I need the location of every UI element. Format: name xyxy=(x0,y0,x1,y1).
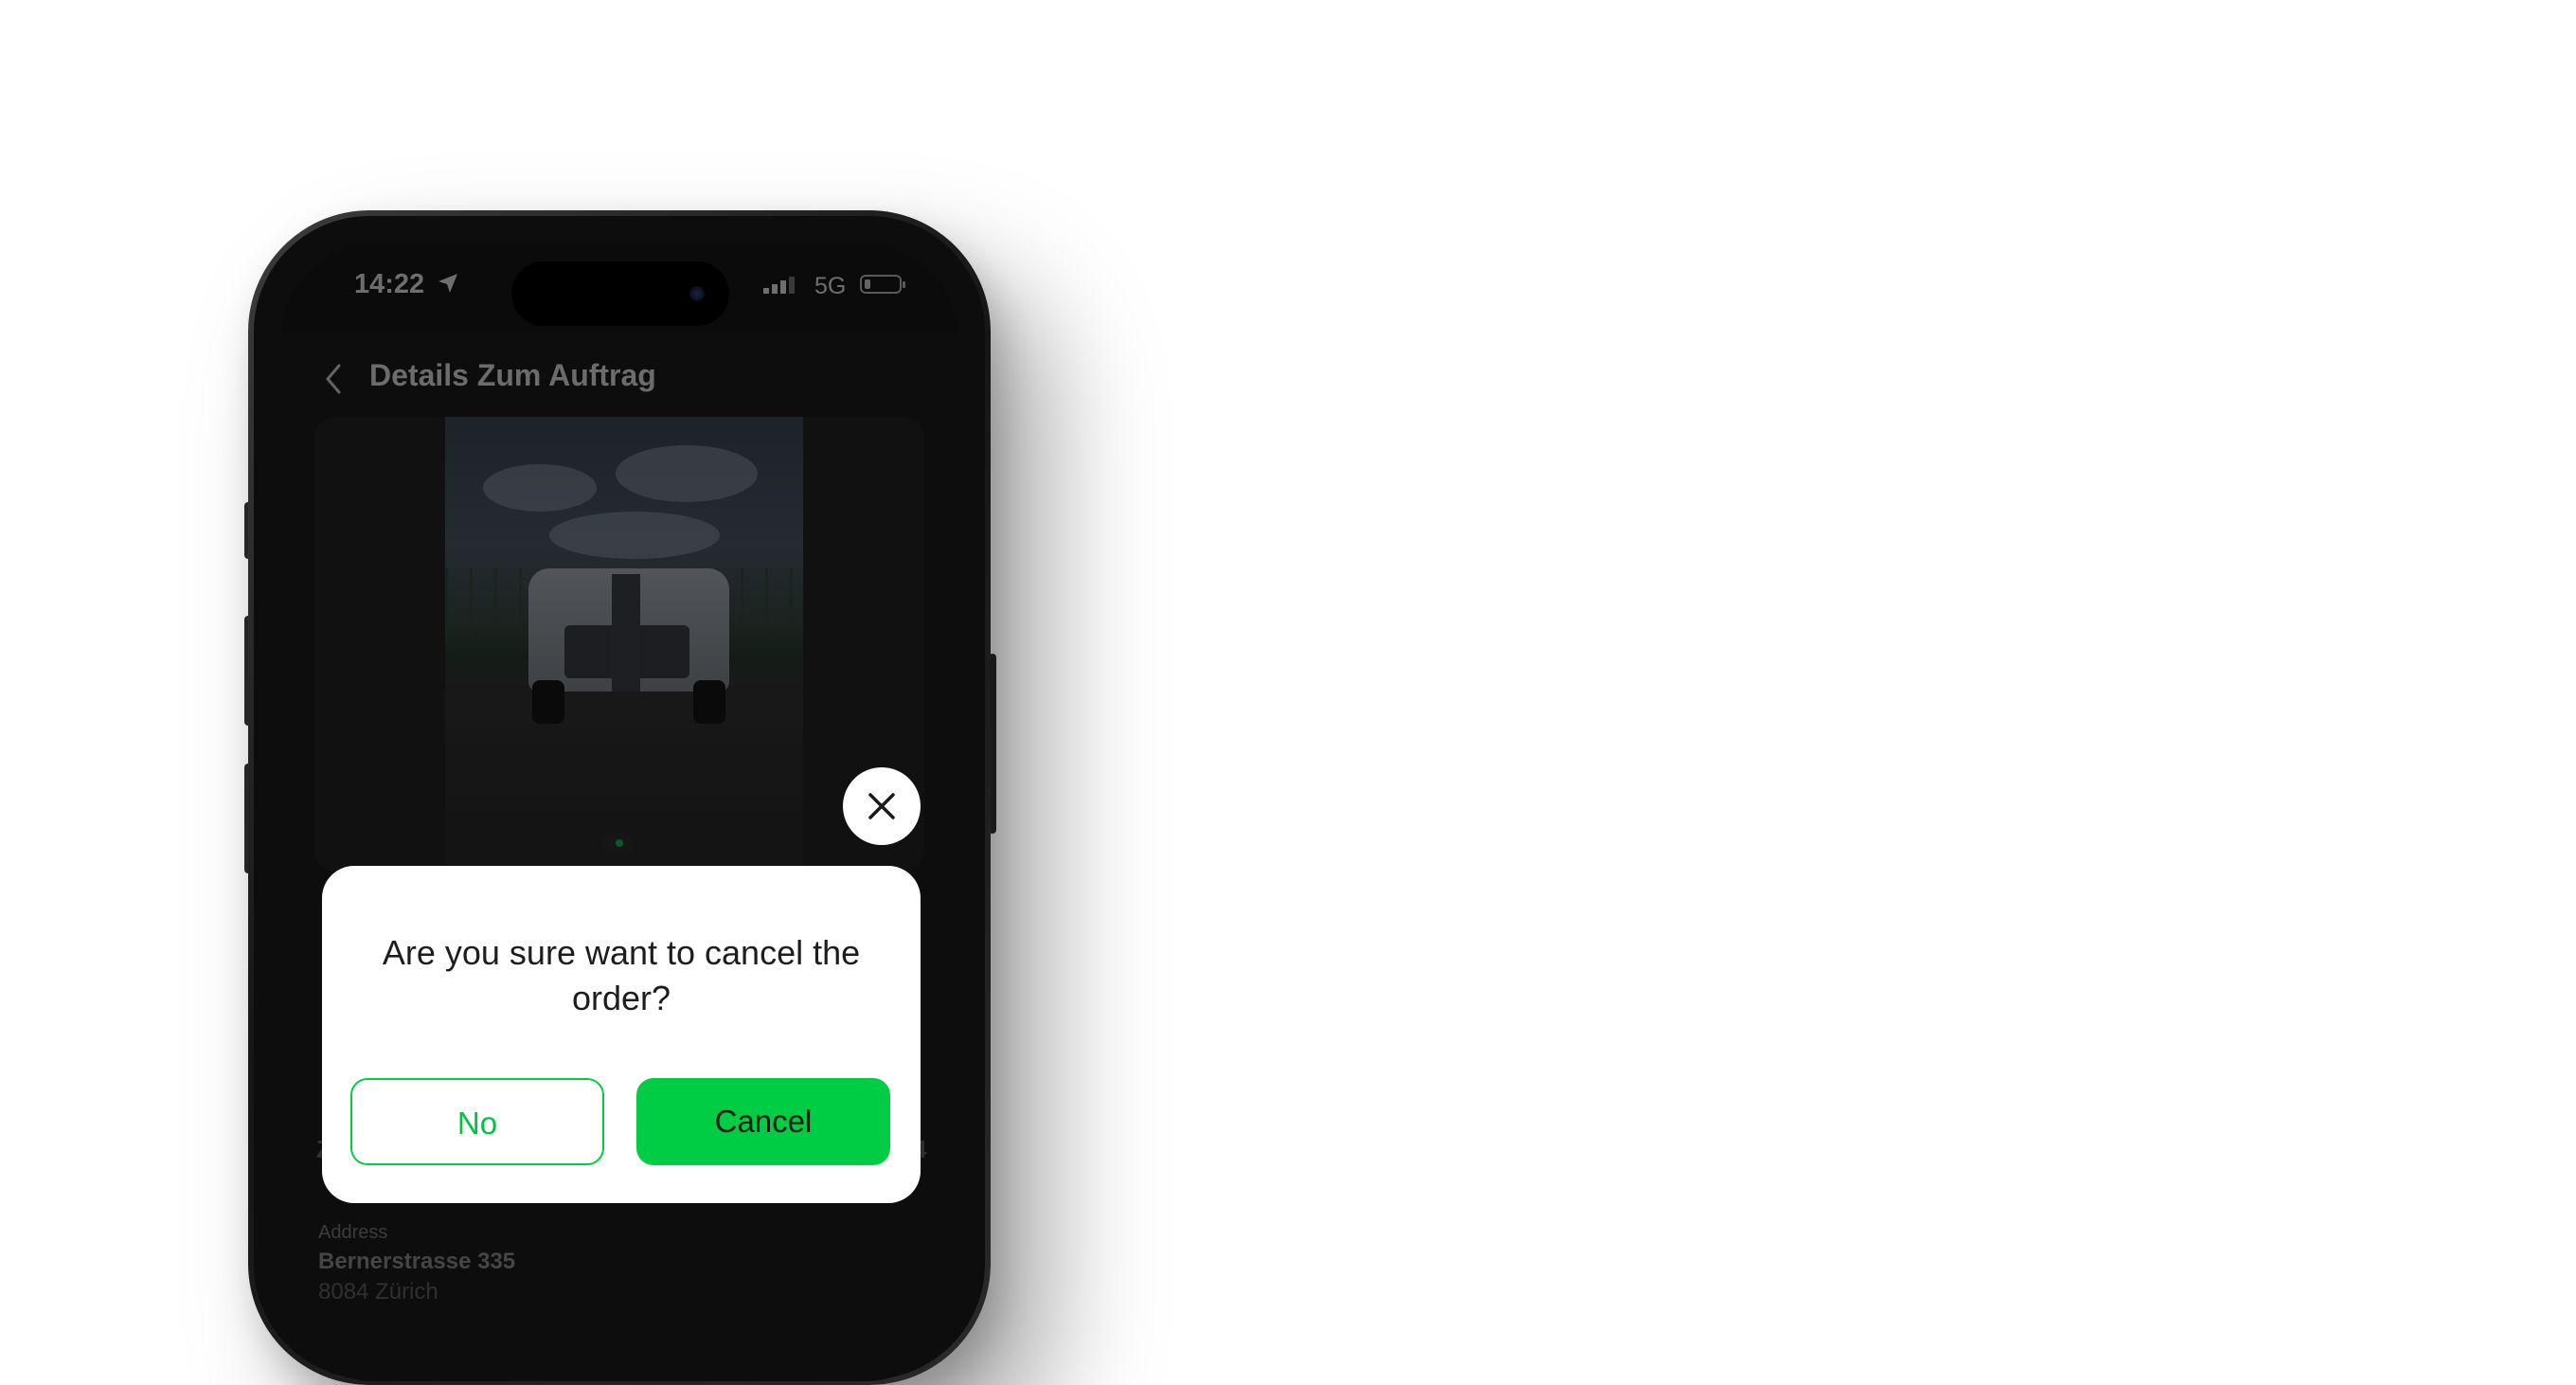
close-dialog-button[interactable] xyxy=(843,767,921,845)
close-icon xyxy=(868,793,895,819)
no-button[interactable]: No xyxy=(350,1078,604,1165)
dialog-message: Are you sure want to cancel the order? xyxy=(382,933,861,1017)
cancel-order-dialog: Are you sure want to cancel the order? N… xyxy=(322,866,921,1203)
cancel-order-button[interactable]: Cancel xyxy=(636,1078,890,1165)
